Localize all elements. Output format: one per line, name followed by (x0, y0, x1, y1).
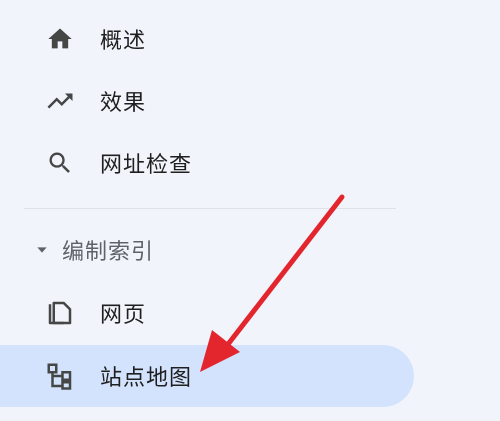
caret-down-icon (37, 247, 47, 253)
sidebar-item-overview[interactable]: 概述 (0, 8, 414, 70)
section-label: 编制索引 (62, 240, 155, 265)
pages-copy-icon (44, 297, 76, 329)
sitemap-icon (44, 360, 76, 392)
sidebar-item-pages[interactable]: 网页 (0, 282, 414, 344)
sidebar-item-label: 网址检查 (100, 153, 193, 178)
sidebar-item-sitemaps[interactable]: 站点地图 (0, 345, 414, 407)
sidebar-nav: 概述 效果 网址检查 编制索引 网页 站点地图 (0, 0, 500, 421)
sidebar-item-performance[interactable]: 效果 (0, 70, 414, 132)
search-icon (44, 147, 76, 179)
divider (24, 208, 396, 209)
section-header-indexing[interactable]: 编制索引 (0, 220, 414, 280)
trending-up-icon (44, 85, 76, 117)
sidebar-item-url-inspection[interactable]: 网址检查 (0, 132, 414, 194)
sidebar-item-label: 效果 (100, 91, 147, 116)
sidebar-item-label: 概述 (100, 29, 147, 54)
sidebar-item-label: 站点地图 (100, 366, 193, 391)
home-icon (44, 23, 76, 55)
sidebar-item-label: 网页 (100, 303, 147, 328)
